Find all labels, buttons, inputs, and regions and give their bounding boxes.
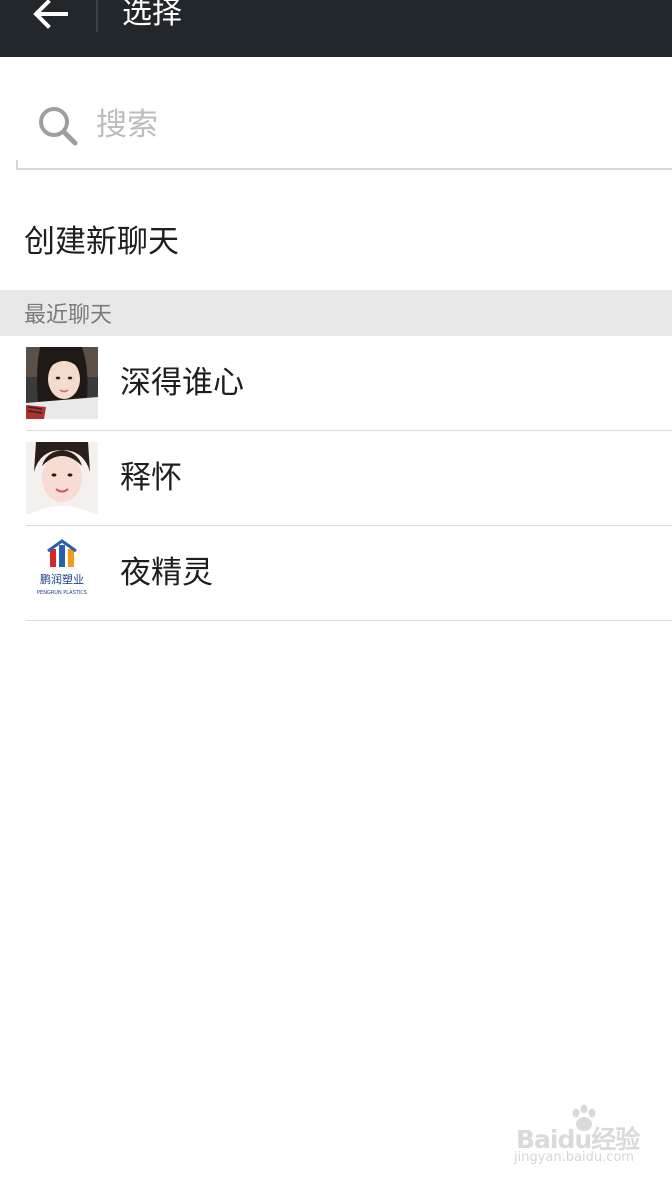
back-arrow-icon [33, 0, 68, 29]
search-icon [39, 107, 78, 146]
topbar-divider [96, 0, 98, 32]
create-new-chat-label: 创建新聊天 [24, 223, 179, 260]
recent-chats-header: 最近聊天 [0, 290, 672, 336]
contact-row[interactable]: 深得谁心 [0, 336, 672, 431]
avatar-logo-subtext: PENGRUN PLASTICS [37, 590, 87, 596]
recent-chats-list: 深得谁心 释怀 鹏润塑业 PENGRUN PLASTICS 夜精灵 [0, 336, 672, 621]
search-input[interactable] [96, 102, 636, 148]
avatar [26, 347, 98, 419]
search-bar[interactable] [16, 84, 672, 170]
avatar [26, 442, 98, 514]
page-title: 选择 [122, 0, 182, 31]
back-button[interactable] [22, 0, 78, 36]
top-bar: 选择 [0, 0, 672, 57]
select-chat-screen: 选择 创建新聊天 最近聊天 [0, 0, 672, 1182]
contact-name: 夜精灵 [120, 555, 213, 591]
contact-name: 深得谁心 [120, 365, 244, 401]
company-logo-icon: 鹏润塑业 PENGRUN PLASTICS [26, 537, 98, 609]
baidu-watermark: Baidu经验 jingyan.baidu.com [512, 1104, 652, 1170]
avatar-photo-girl-icon [26, 347, 98, 419]
contact-name: 释怀 [120, 460, 182, 496]
contact-row[interactable]: 鹏润塑业 PENGRUN PLASTICS 夜精灵 [0, 526, 672, 621]
watermark-url: jingyan.baidu.com [514, 1150, 634, 1165]
avatar: 鹏润塑业 PENGRUN PLASTICS [26, 537, 98, 609]
recent-chats-label: 最近聊天 [24, 303, 113, 328]
avatar-logo-text: 鹏润塑业 [40, 572, 84, 586]
contact-row[interactable]: 释怀 [0, 431, 672, 526]
avatar-photo-girl-icon [26, 442, 98, 514]
create-new-chat-button[interactable]: 创建新聊天 [0, 188, 672, 288]
row-divider [26, 620, 672, 621]
